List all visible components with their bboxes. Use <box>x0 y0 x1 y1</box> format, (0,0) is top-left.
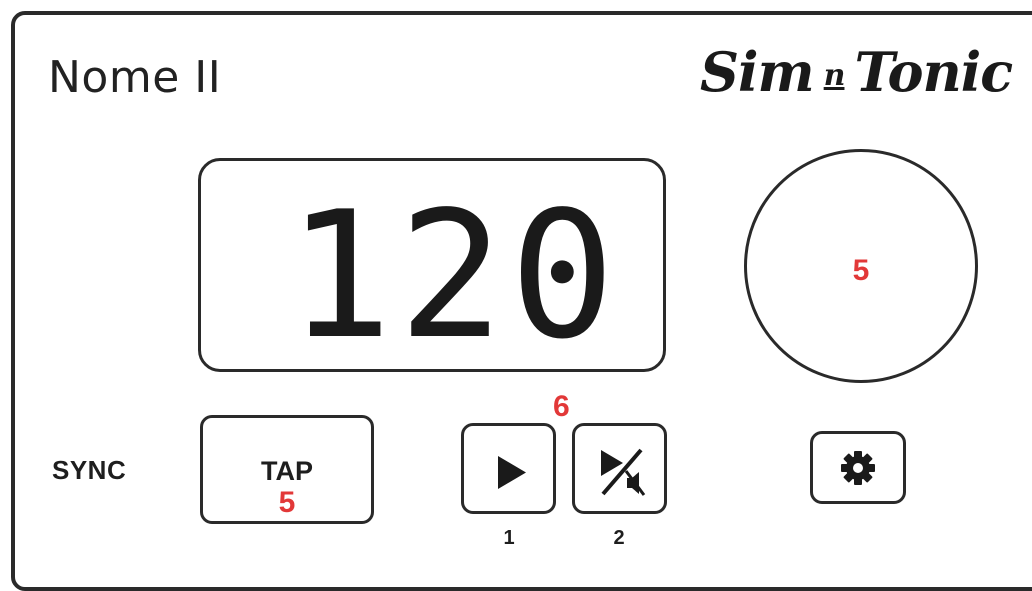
sync-label: SYNC <box>52 455 127 485</box>
tempo-knob[interactable]: 5 <box>744 149 978 383</box>
brand-logo: Sim n Tonic <box>700 40 1013 104</box>
playback-group-badge: 6 <box>553 390 570 423</box>
tempo-display: 120 <box>198 158 666 375</box>
settings-button[interactable] <box>810 431 906 504</box>
gear-icon <box>841 451 875 485</box>
knob-badge: 5 <box>852 254 870 287</box>
play-mute-icon <box>601 448 646 496</box>
app-title: Nome II <box>48 52 222 103</box>
tap-label: TAP <box>261 456 313 486</box>
play-mute-button[interactable] <box>572 423 667 514</box>
tempo-digits: 120 <box>287 175 621 375</box>
tap-badge: 5 <box>278 486 296 519</box>
play-mute-button-number: 2 <box>613 527 625 549</box>
tempo-value: 120 <box>287 175 621 375</box>
play-button-number: 1 <box>503 527 515 549</box>
play-icon <box>498 456 526 489</box>
tap-button[interactable]: TAP 5 <box>200 415 374 524</box>
play-button[interactable] <box>461 423 556 514</box>
